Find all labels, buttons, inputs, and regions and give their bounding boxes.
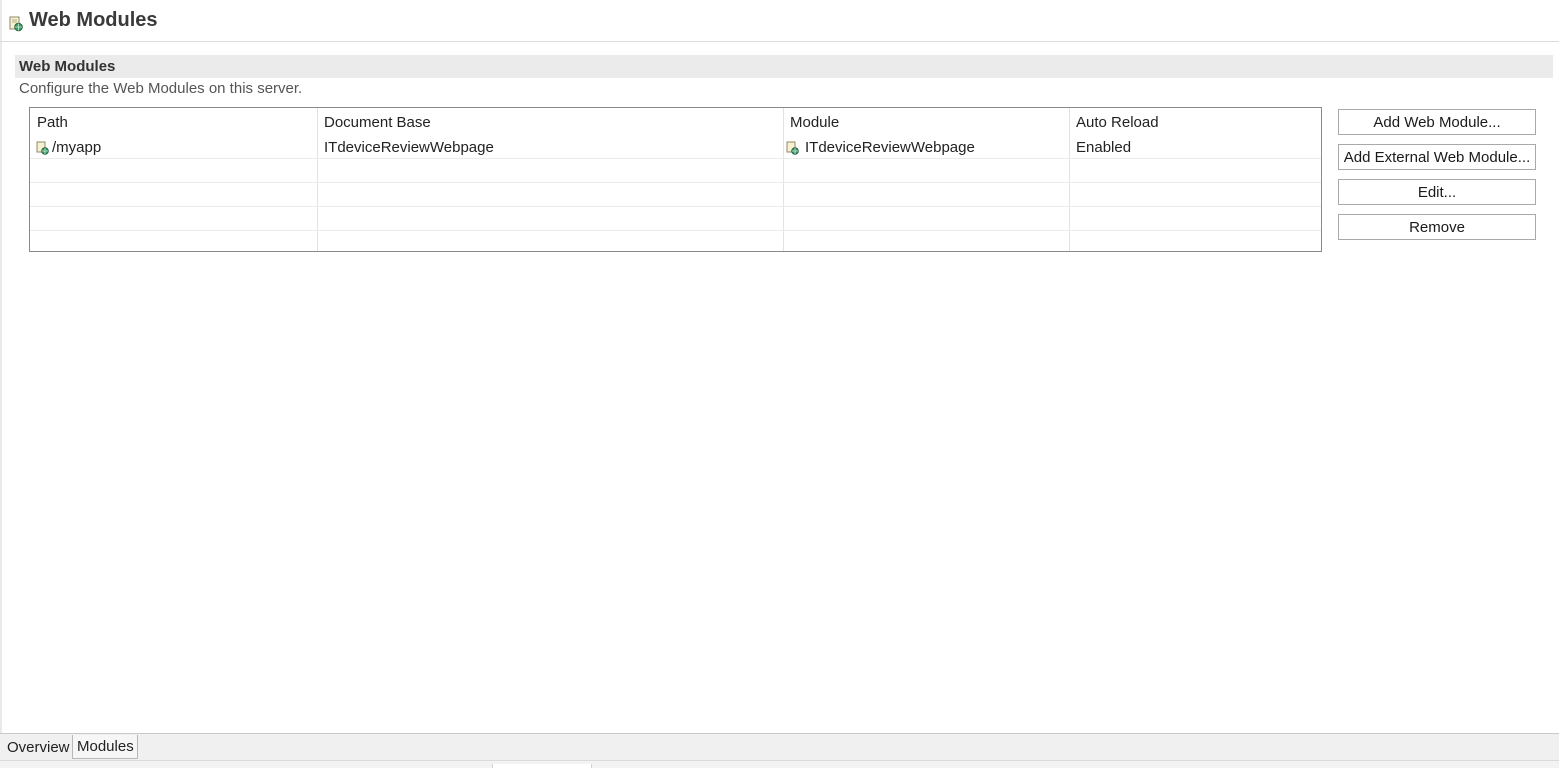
status-strip [0, 760, 1559, 768]
section-title: Web Modules [19, 58, 116, 75]
section-header: Web Modules [15, 55, 1553, 78]
cell-document-base[interactable]: ITdeviceReviewWebpage [324, 139, 494, 156]
editor-header: Web Modules [0, 0, 1559, 42]
web-module-icon [786, 141, 799, 155]
editor-left-border [0, 0, 2, 733]
cell-auto-reload[interactable]: Enabled [1076, 139, 1131, 156]
edit-button[interactable]: Edit... [1338, 179, 1536, 205]
tab-modules[interactable]: Modules [72, 735, 138, 759]
row-gridline [30, 158, 1321, 159]
add-web-module-button[interactable]: Add Web Module... [1338, 109, 1536, 135]
status-tab[interactable] [492, 764, 592, 768]
add-external-web-module-button[interactable]: Add External Web Module... [1338, 144, 1536, 170]
row-gridline [30, 182, 1321, 183]
editor-page-tabs: Overview Modules [0, 733, 1559, 761]
server-editor: Web Modules Web Modules Configure the We… [0, 0, 1559, 768]
remove-button[interactable]: Remove [1338, 214, 1536, 240]
section-description: Configure the Web Modules on this server… [19, 80, 303, 97]
column-header-document-base[interactable]: Document Base [324, 114, 431, 131]
table-row[interactable]: /myapp [36, 139, 101, 156]
editor-title: Web Modules [29, 9, 158, 31]
row-gridline [30, 230, 1321, 231]
cell-module-label: ITdeviceReviewWebpage [805, 139, 975, 156]
row-gridline [30, 206, 1321, 207]
column-header-module[interactable]: Module [790, 114, 839, 131]
column-header-path[interactable]: Path [37, 114, 68, 131]
cell-module[interactable]: ITdeviceReviewWebpage [786, 139, 975, 156]
web-module-icon [9, 16, 23, 32]
web-modules-table[interactable]: Path Document Base Module Auto Reload /m… [29, 107, 1322, 252]
tab-overview[interactable]: Overview [3, 735, 72, 759]
cell-path: /myapp [52, 139, 102, 156]
web-module-icon [36, 141, 49, 155]
column-header-auto-reload[interactable]: Auto Reload [1076, 114, 1159, 131]
